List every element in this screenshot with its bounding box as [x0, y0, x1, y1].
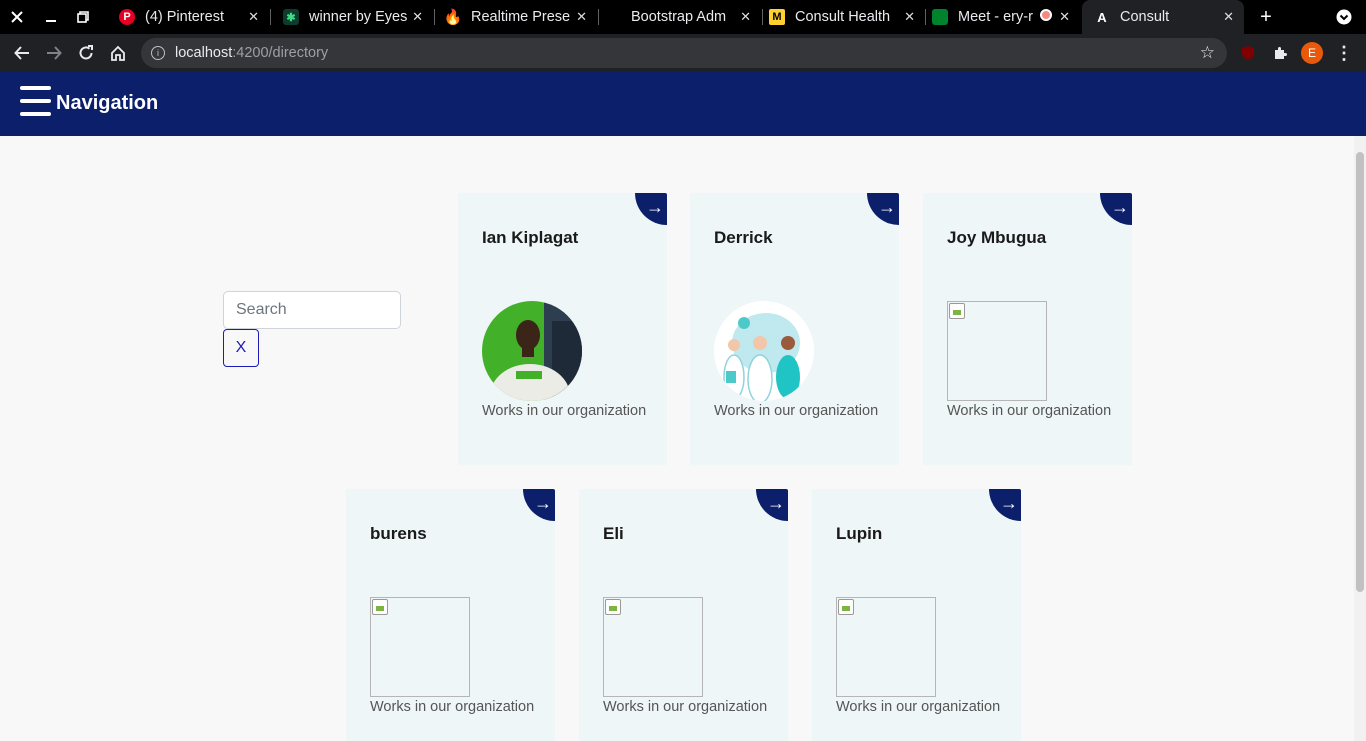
tab-winner[interactable]: ✱ winner by Eyes ✕: [273, 0, 433, 34]
tab-close-icon[interactable]: ✕: [1223, 9, 1234, 25]
broken-image-icon: [603, 597, 703, 697]
flame-icon: 🔥: [443, 9, 463, 26]
person-description: Works in our organization: [836, 699, 1001, 715]
person-name: Derrick: [714, 228, 773, 247]
restore-window-icon[interactable]: [73, 7, 93, 27]
clear-search-button[interactable]: X: [223, 329, 259, 367]
person-photo: [482, 301, 582, 401]
person-description: Works in our organization: [603, 699, 768, 715]
bookmark-star-icon[interactable]: ☆: [1200, 43, 1215, 63]
person-card: → Eli Works in our organization: [579, 489, 788, 741]
person-description: Works in our organization: [714, 403, 879, 419]
ublock-extension-icon[interactable]: [1237, 42, 1259, 64]
page-scrollbar[interactable]: [1354, 136, 1366, 741]
person-description: Works in our organization: [482, 403, 647, 419]
tab-close-icon[interactable]: ✕: [740, 9, 751, 25]
url-host: localhost: [175, 45, 233, 61]
person-photo: [714, 301, 814, 401]
address-bar[interactable]: i localhost:4200/directory ☆: [141, 38, 1227, 68]
tab-close-icon[interactable]: ✕: [576, 9, 587, 25]
browser-toolbar: i localhost:4200/directory ☆ E ⋮: [0, 34, 1366, 72]
top-navbar: Navigation: [0, 72, 1366, 136]
winner-site-icon: ✱: [283, 9, 299, 25]
person-name: Lupin: [836, 524, 883, 543]
broken-image-icon: [947, 301, 1047, 401]
tab-pinterest[interactable]: P (4) Pinterest ✕: [109, 0, 269, 34]
nav-title[interactable]: Navigation: [56, 92, 158, 115]
person-card: → burens Works in our organization: [346, 489, 555, 741]
more-menu-icon[interactable]: ⋮: [1333, 42, 1355, 64]
minimize-window-icon[interactable]: [41, 7, 61, 27]
meet-icon: [932, 9, 948, 25]
person-name: burens: [370, 524, 427, 543]
broken-image-icon: [370, 597, 470, 697]
tab-consult-active[interactable]: A Consult ✕: [1082, 0, 1244, 34]
arrow-right-icon[interactable]: →: [756, 489, 788, 521]
person-name: Eli: [603, 524, 624, 543]
home-icon[interactable]: [107, 42, 129, 64]
profile-avatar[interactable]: E: [1301, 42, 1323, 64]
site-info-icon[interactable]: i: [151, 46, 165, 60]
browser-tab-strip: P (4) Pinterest ✕ ✱ winner by Eyes ✕ 🔥 R…: [0, 0, 1366, 34]
tab-close-icon[interactable]: ✕: [904, 9, 915, 25]
tab-divider: [270, 9, 271, 25]
tab-divider: [762, 9, 763, 25]
arrow-right-icon[interactable]: →: [635, 193, 667, 225]
tab-close-icon[interactable]: ✕: [248, 9, 259, 25]
url-path: :4200/directory: [232, 45, 329, 61]
person-card: → Lupin Works in our organization: [812, 489, 1021, 741]
person-description: Works in our organization: [947, 403, 1112, 419]
page-viewport: Navigation X → Ian Kiplagat Works in our…: [0, 72, 1366, 741]
arrow-right-icon[interactable]: →: [523, 489, 555, 521]
tab-divider: [925, 9, 926, 25]
recording-icon: [1040, 9, 1052, 21]
angular-icon: A: [1097, 9, 1107, 25]
broken-image-icon: [836, 597, 936, 697]
tab-close-icon[interactable]: ✕: [412, 9, 423, 25]
pinterest-icon: P: [119, 9, 135, 25]
reload-icon[interactable]: [75, 42, 97, 64]
forward-icon[interactable]: [43, 42, 65, 64]
back-icon[interactable]: [11, 42, 33, 64]
tab-search-icon[interactable]: [1334, 7, 1354, 27]
search-input[interactable]: [223, 291, 401, 329]
person-card: → Ian Kiplagat Works in our organization: [458, 193, 667, 465]
tab-title: Meet - ery-r: [958, 9, 1033, 25]
tab-divider: [598, 9, 599, 25]
extensions-puzzle-icon[interactable]: [1269, 42, 1291, 64]
miro-icon: M: [769, 9, 785, 25]
arrow-right-icon[interactable]: →: [1100, 193, 1132, 225]
tab-consult-health[interactable]: M Consult Health ✕: [765, 0, 925, 34]
arrow-right-icon[interactable]: →: [867, 193, 899, 225]
person-name: Joy Mbugua: [947, 228, 1047, 247]
person-card: → Derrick Works in our organization: [690, 193, 899, 465]
hamburger-menu-icon[interactable]: [20, 86, 51, 118]
tab-meet[interactable]: Meet - ery-r ✕: [928, 0, 1080, 34]
arrow-right-icon[interactable]: →: [989, 489, 1021, 521]
tab-divider: [434, 9, 435, 25]
tab-bootstrap[interactable]: Bootstrap Adm ✕: [601, 0, 761, 34]
person-description: Works in our organization: [370, 699, 535, 715]
tab-close-icon[interactable]: ✕: [1059, 9, 1070, 25]
person-card: → Joy Mbugua Works in our organization: [923, 193, 1132, 465]
tab-realtime[interactable]: 🔥 Realtime Prese ✕: [437, 0, 597, 34]
new-tab-icon[interactable]: +: [1256, 6, 1276, 28]
close-window-icon[interactable]: [7, 7, 27, 27]
person-name: Ian Kiplagat: [482, 228, 579, 247]
scrollbar-thumb[interactable]: [1356, 152, 1364, 592]
